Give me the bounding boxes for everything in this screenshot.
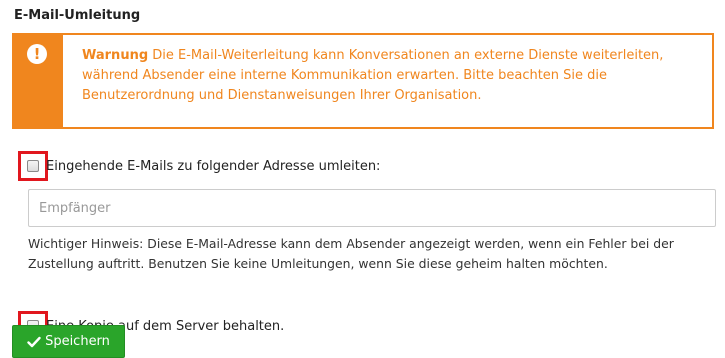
warning-message: Die E-Mail-Weiterleitung kann Konversati… xyxy=(82,48,664,103)
forward-checkbox-highlight[interactable] xyxy=(18,151,48,181)
section-title: E-Mail-Umleitung xyxy=(14,8,141,23)
warning-box: ! Warnung Die E-Mail-Weiterleitung kann … xyxy=(12,33,714,129)
save-button[interactable]: Speichern xyxy=(12,325,125,358)
save-button-label: Speichern xyxy=(45,334,110,349)
forward-checkbox-label[interactable]: Eingehende E-Mails zu folgender Adresse … xyxy=(46,159,380,174)
check-icon xyxy=(27,336,41,347)
warning-sidebar: ! xyxy=(14,35,63,127)
forward-checkbox[interactable] xyxy=(27,160,39,172)
warning-text: Warnung Die E-Mail-Weiterleitung kann Ko… xyxy=(82,46,702,106)
exclamation-icon: ! xyxy=(27,44,47,64)
warning-label: Warnung xyxy=(82,48,149,63)
hint-text: Wichtiger Hinweis: Diese E-Mail-Adresse … xyxy=(28,236,674,271)
recipient-input[interactable] xyxy=(28,189,716,227)
forward-row: Eingehende E-Mails zu folgender Adresse … xyxy=(18,148,380,184)
